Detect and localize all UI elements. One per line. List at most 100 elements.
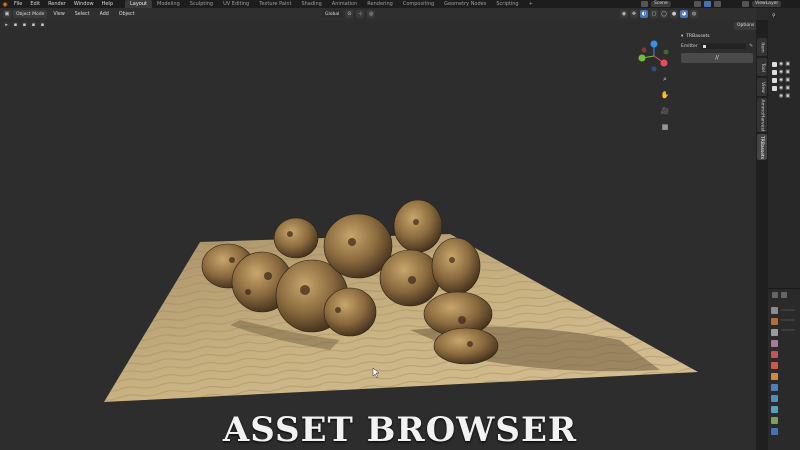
camera-icon[interactable]: ▣ <box>785 77 790 83</box>
checkbox-icon[interactable] <box>772 69 777 75</box>
outliner-row[interactable]: ◉ ▣ <box>768 76 800 84</box>
grid-perspective-icon[interactable]: ▦ <box>660 122 670 132</box>
checkbox-icon[interactable] <box>772 85 777 91</box>
tab-animation[interactable]: Animation <box>327 0 363 8</box>
outliner-row[interactable]: ◉ ▣ <box>768 68 800 76</box>
eye-icon[interactable]: ◉ <box>779 61 783 67</box>
select-extend-icon[interactable]: ▪ <box>21 21 28 28</box>
pin-scene-icon[interactable] <box>704 1 711 7</box>
gizmo-y-axis[interactable] <box>638 54 646 62</box>
pivot-icon[interactable]: ⊙ <box>345 10 354 18</box>
add-workspace-button[interactable]: + <box>524 0 538 8</box>
tab-layout[interactable]: Layout <box>125 0 152 8</box>
eye-icon[interactable]: ◉ <box>779 69 783 75</box>
menu-help[interactable]: Help <box>98 0 117 8</box>
tab-view[interactable]: View <box>757 78 767 96</box>
gizmo-z-axis[interactable] <box>650 40 658 48</box>
menu-render[interactable]: Render <box>44 0 70 8</box>
tool-props-icon[interactable] <box>771 307 778 314</box>
outliner-row[interactable]: ⚲ <box>768 12 800 20</box>
checkbox-icon[interactable] <box>772 61 777 67</box>
menu-add[interactable]: Add <box>96 12 113 17</box>
tab-compositing[interactable]: Compositing <box>398 0 439 8</box>
camera-icon[interactable]: ▣ <box>785 61 790 67</box>
outliner-row[interactable]: ◉ ▣ <box>768 84 800 92</box>
editor-type-icon[interactable]: ▣ <box>3 10 11 18</box>
wireframe-shading-icon[interactable]: ◯ <box>660 10 668 18</box>
tab-trbassets[interactable]: TRBassets <box>757 134 767 160</box>
object-props-icon[interactable] <box>771 373 778 380</box>
eye-icon[interactable]: ◉ <box>779 93 783 99</box>
tab-uv-editing[interactable]: UV Editing <box>218 0 254 8</box>
overlay-toggle-icon[interactable]: ◐ <box>640 10 648 18</box>
orientation-dropdown[interactable]: Global <box>322 10 343 18</box>
tab-shading[interactable]: Shading <box>296 0 326 8</box>
tab-item[interactable]: Item <box>757 38 767 56</box>
view-layer-field[interactable]: ViewLayer <box>752 1 782 7</box>
menu-view[interactable]: View <box>49 12 68 17</box>
gizmo-x-axis[interactable] <box>660 59 668 67</box>
tab-modeling[interactable]: Modeling <box>152 0 185 8</box>
mode-dropdown[interactable]: Object Mode <box>13 10 48 18</box>
checkbox-icon[interactable] <box>772 77 777 83</box>
world-props-icon[interactable] <box>771 362 778 369</box>
view-layer-props-icon[interactable] <box>771 340 778 347</box>
3d-viewport[interactable] <box>0 20 756 450</box>
options-button[interactable]: Options <box>734 22 758 30</box>
tab-rendering[interactable]: Rendering <box>362 0 398 8</box>
gizmo-neg-z[interactable] <box>651 66 657 72</box>
select-new-icon[interactable]: ▪ <box>12 21 19 28</box>
camera-icon[interactable]: ▣ <box>785 69 790 75</box>
outliner-row[interactable]: ◉ ▣ <box>768 60 800 68</box>
visibility-icon[interactable]: ◉ <box>620 10 628 18</box>
eye-icon[interactable]: ◉ <box>779 77 783 83</box>
output-props-icon[interactable] <box>771 329 778 336</box>
scene-field[interactable]: Scene <box>651 1 671 7</box>
new-scene-icon[interactable] <box>694 1 701 7</box>
camera-view-icon[interactable]: 🎥 <box>660 106 670 116</box>
tab-sculpting[interactable]: Sculpting <box>185 0 218 8</box>
pan-hand-icon[interactable]: ✋ <box>660 90 670 100</box>
rendered-shading-icon[interactable]: ◍ <box>690 10 698 18</box>
menu-edit[interactable]: Edit <box>26 0 44 8</box>
gizmo-neg-x[interactable] <box>641 47 647 53</box>
tab-tool[interactable]: Tool <box>757 58 767 76</box>
solid-shading-icon[interactable]: ● <box>670 10 678 18</box>
filter-icon[interactable]: ⚲ <box>772 13 776 19</box>
blender-logo-icon[interactable]: ◉ <box>0 0 10 8</box>
outliner-row[interactable]: ◉ ▣ <box>768 92 800 100</box>
select-subtract-icon[interactable]: ▪ <box>30 21 37 28</box>
scene-selector[interactable]: Scene <box>641 0 693 8</box>
eye-icon[interactable]: ◉ <box>779 85 783 91</box>
gizmo-neg-y[interactable] <box>663 49 669 55</box>
xray-icon[interactable]: ▢ <box>650 10 658 18</box>
scene-props-icon[interactable] <box>771 351 778 358</box>
select-invert-icon[interactable]: ▪ <box>39 21 46 28</box>
tab-scripting[interactable]: Scripting <box>491 0 523 8</box>
properties-type-icon[interactable] <box>772 292 778 298</box>
zoom-icon[interactable]: ⌕ <box>660 74 670 84</box>
particles-props-icon[interactable] <box>771 395 778 402</box>
panel-action-button[interactable]: // <box>681 53 753 63</box>
select-tool-icon[interactable]: ▸ <box>3 21 10 28</box>
panel-header[interactable]: ▾ TRBassets <box>678 31 756 42</box>
modifier-props-icon[interactable] <box>771 384 778 391</box>
proportional-edit-icon[interactable]: ◎ <box>367 10 376 18</box>
emitter-field[interactable] <box>700 43 747 49</box>
collapse-arrow-icon[interactable]: ▾ <box>681 34 683 39</box>
eyedropper-icon[interactable]: ✎ <box>749 44 753 49</box>
menu-select[interactable]: Select <box>71 12 94 17</box>
menu-object[interactable]: Object <box>115 12 139 17</box>
camera-icon[interactable]: ▣ <box>785 85 790 91</box>
snap-icon[interactable]: ⊹ <box>356 10 365 18</box>
properties-search-icon[interactable] <box>781 292 787 298</box>
render-props-icon[interactable] <box>771 318 778 325</box>
menu-file[interactable]: File <box>10 0 26 8</box>
tab-texture-paint[interactable]: Texture Paint <box>254 0 296 8</box>
menu-window[interactable]: Window <box>70 0 98 8</box>
tab-ammoharvest[interactable]: AmmoHarvest <box>757 98 767 132</box>
view-layer-selector[interactable]: ViewLayer <box>742 0 800 8</box>
material-shading-icon[interactable]: ◕ <box>680 10 688 18</box>
tab-geometry-nodes[interactable]: Geometry Nodes <box>439 0 491 8</box>
gizmo-toggle-icon[interactable]: ✥ <box>630 10 638 18</box>
